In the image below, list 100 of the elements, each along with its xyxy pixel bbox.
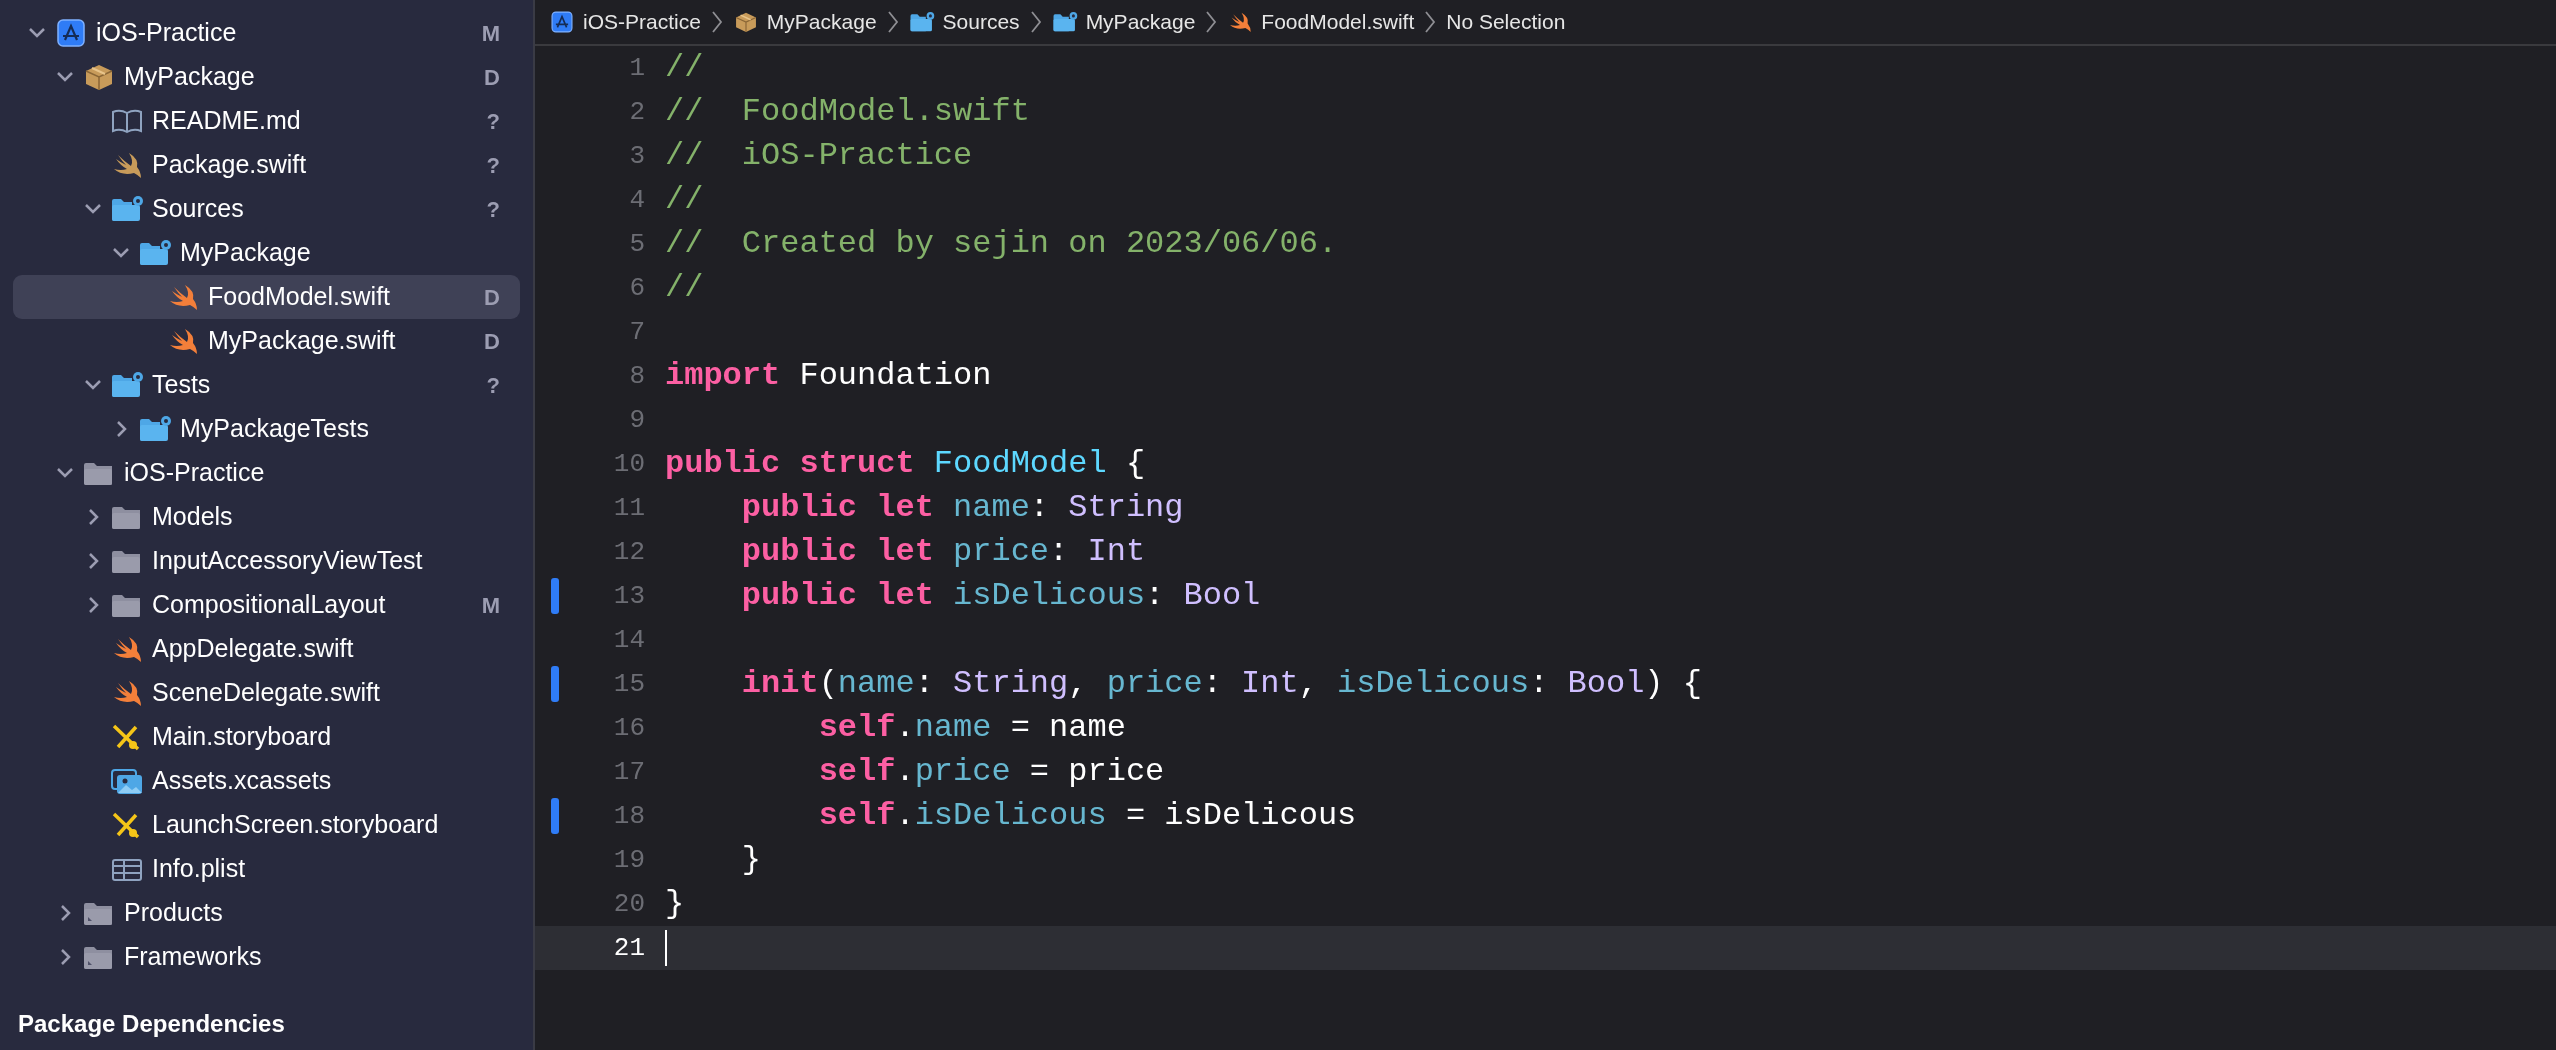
line-number: 17 [613, 755, 645, 789]
code-line: // FoodModel.swift [665, 92, 1030, 132]
tree-row[interactable]: MyPackageTests [13, 407, 520, 451]
status-letter: ? [486, 107, 500, 136]
tree-row[interactable]: Models [13, 495, 520, 539]
chevron-right-icon [1424, 10, 1437, 34]
line-number: 12 [613, 535, 645, 569]
tree-row[interactable]: Main.storyboard [13, 715, 520, 759]
tree-row[interactable]: MyPackage [13, 231, 520, 275]
image-stack-icon [110, 767, 144, 795]
tree-row[interactable]: Info.plist [13, 847, 520, 891]
line-number: 13 [613, 579, 645, 613]
line-number: 1 [629, 51, 645, 85]
tree-row[interactable]: LaunchScreen.storyboard [13, 803, 520, 847]
file-name: CompositionalLayout [152, 589, 386, 621]
chevron-right-icon [886, 10, 899, 34]
breadcrumb-item[interactable]: No Selection [1446, 6, 1566, 38]
tree-row[interactable]: iOS-Practice M [13, 11, 520, 55]
line-number: 21 [613, 931, 645, 965]
line-number: 4 [629, 183, 645, 217]
code-line: } [740, 840, 761, 880]
breadcrumb-item[interactable]: Sources [908, 6, 1020, 38]
line-number: 14 [613, 623, 645, 657]
code-line: // iOS-Practice [665, 136, 973, 176]
code-line: init(name: String, price: Int, isDelicous: Bool) { [740, 664, 1702, 704]
folder-gear-icon [110, 195, 144, 223]
status-letter: ? [486, 195, 500, 224]
status-letter: M [481, 591, 500, 620]
tree-row[interactable]: iOS-Practice [13, 451, 520, 495]
status-letter: ? [486, 151, 500, 180]
line-number: 3 [629, 139, 645, 173]
tree-row[interactable]: CompositionalLayout M [13, 583, 520, 627]
file-name: Tests [152, 369, 211, 401]
file-name: FoodModel.swift [208, 281, 391, 313]
tree-row[interactable]: AppDelegate.swift [13, 627, 520, 671]
text-cursor [665, 930, 667, 966]
file-name: SceneDelegate.swift [152, 677, 380, 709]
tree-row[interactable]: SceneDelegate.swift [13, 671, 520, 715]
status-letter: D [484, 327, 500, 356]
code-line: import Foundation [665, 356, 992, 396]
tree-row[interactable]: README.md ? [13, 99, 520, 143]
chevron-right-icon [710, 10, 723, 34]
file-name: Info.plist [152, 853, 246, 885]
folder-gear-icon [110, 371, 144, 399]
tree-row[interactable]: Package.swift ? [13, 143, 520, 187]
file-name: Main.storyboard [152, 721, 332, 753]
code-line: public let name: String [740, 488, 1184, 528]
status-letter: ? [486, 371, 500, 400]
chevron-right-icon [1205, 10, 1218, 34]
file-name: Models [152, 501, 233, 533]
line-number: 19 [613, 843, 645, 877]
breadcrumb-item[interactable]: MyPackage [1051, 6, 1196, 38]
file-name: InputAccessoryViewTest [152, 545, 423, 577]
tree-row[interactable]: InputAccessoryViewTest [13, 539, 520, 583]
file-name: LaunchScreen.storyboard [152, 809, 439, 841]
breadcrumb-item[interactable]: MyPackage [732, 6, 877, 38]
tree-row[interactable]: MyPackage D [13, 55, 520, 99]
status-letter: D [484, 283, 500, 312]
code-line: public struct FoodModel { [665, 444, 1146, 484]
tree-row[interactable]: FoodModel.swift D [13, 275, 520, 319]
tree-row[interactable]: Tests ? [13, 363, 520, 407]
breadcrumb-item[interactable]: iOS-Practice [549, 6, 701, 38]
folder-gear-icon [138, 415, 172, 443]
code-line: } [665, 884, 685, 924]
line-number: 8 [629, 359, 645, 393]
tree-row[interactable]: MyPackage.swift D [13, 319, 520, 363]
folder-gear-icon [138, 239, 172, 267]
line-number: 20 [613, 887, 645, 921]
file-name: MyPackage.swift [208, 325, 396, 357]
file-name: AppDelegate.swift [152, 633, 354, 665]
line-number: 5 [629, 227, 645, 261]
app-icon [54, 19, 88, 47]
tree-row[interactable]: Sources ? [13, 187, 520, 231]
code-line: self.price = price [817, 752, 1165, 792]
file-name: Sources [152, 193, 244, 225]
tree-row[interactable]: Frameworks [13, 935, 520, 979]
line-number: 10 [613, 447, 645, 481]
line-number: 2 [629, 95, 645, 129]
file-name: Frameworks [124, 941, 262, 973]
file-name: MyPackage [124, 61, 255, 93]
line-number: 9 [629, 403, 645, 437]
line-number: 16 [613, 711, 645, 745]
folder-gear-icon [908, 10, 935, 34]
file-name: iOS-Practice [96, 17, 237, 49]
code-line: public let price: Int [740, 532, 1146, 572]
line-number: 7 [629, 315, 645, 349]
line-number: 18 [613, 799, 645, 833]
file-name: README.md [152, 105, 301, 137]
code-line: public let isDelicous: Bool [740, 576, 1261, 616]
code-line: self.name = name [817, 708, 1126, 748]
code-line: // [665, 48, 704, 88]
code-line: // [665, 180, 704, 220]
breadcrumb-item[interactable]: FoodModel.swift [1227, 6, 1415, 38]
file-name: Package.swift [152, 149, 307, 181]
tree-row[interactable]: Products [13, 891, 520, 935]
folder-gear-icon [1051, 10, 1078, 34]
line-number: 6 [629, 271, 645, 305]
tree-row[interactable]: Assets.xcassets [13, 759, 520, 803]
line-number: 11 [613, 491, 645, 525]
file-name: MyPackageTests [180, 413, 369, 445]
